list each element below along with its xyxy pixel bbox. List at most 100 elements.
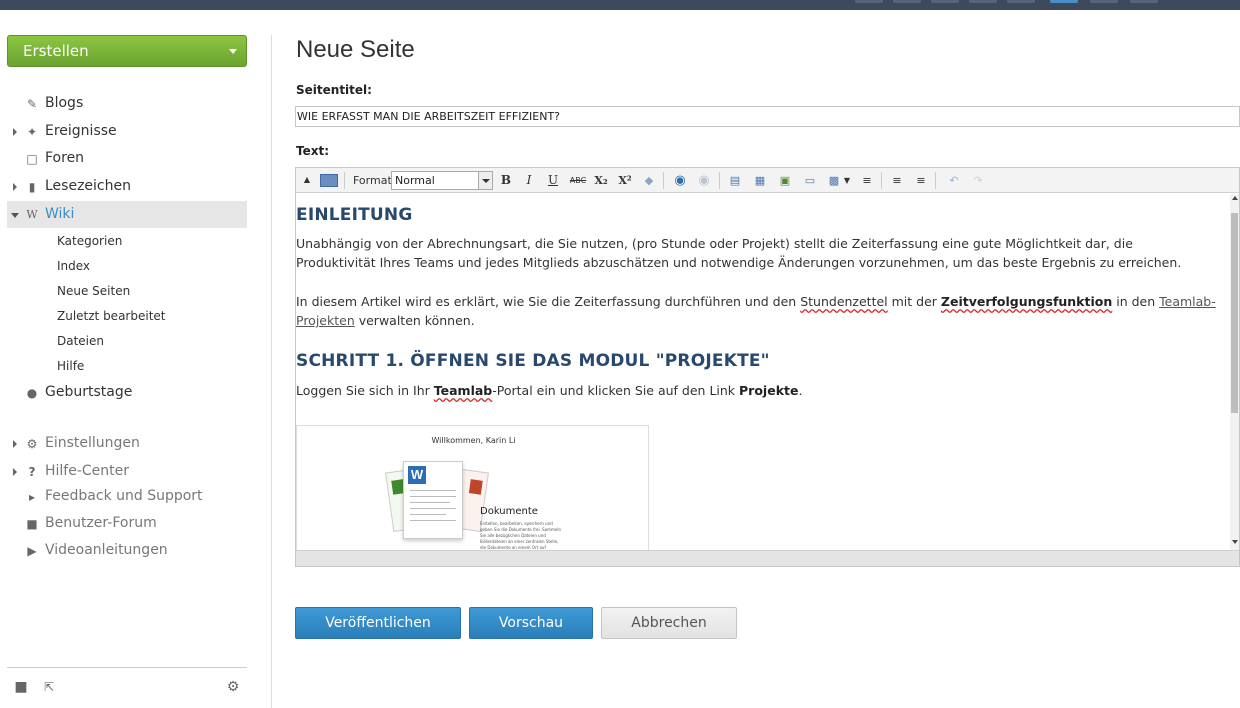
document-icon[interactable]: ▭ [802, 172, 818, 189]
sidebar-item-label: Geburtstage [45, 384, 133, 400]
scroll-up-icon[interactable] [1232, 196, 1238, 200]
italic-icon[interactable]: I [521, 172, 537, 189]
text-span: Zeitverfolgungsfunktion [940, 294, 1113, 309]
wiki-sub-hilfe[interactable]: Hilfe [57, 356, 84, 376]
undo-icon[interactable]: ↶ [946, 172, 962, 189]
wiki-sub-index[interactable]: Index [57, 256, 90, 276]
sidebar-item-foren[interactable]: □ Foren [7, 145, 247, 172]
header-icon[interactable] [893, 0, 921, 3]
toolbar-divider [344, 172, 345, 189]
chevron-right-icon[interactable] [13, 468, 17, 476]
editor-toolbar: ▲ Format Normal B I U ABC X₂ X² ◆ ◉ ◉ ▤ … [296, 168, 1239, 193]
heading-einleitung: EINLEITUNG [296, 205, 413, 225]
wiki-sub-neue-seiten[interactable]: Neue Seiten [57, 281, 130, 301]
numbered-list-icon[interactable]: ≡ [889, 172, 905, 189]
sidebar-item-blogs[interactable]: ✎ Blogs [7, 90, 247, 117]
bulleted-list-icon[interactable]: ≡ [913, 172, 929, 189]
rich-text-editor[interactable]: ▲ Format Normal B I U ABC X₂ X² ◆ ◉ ◉ ▤ … [295, 167, 1240, 567]
toolbar-divider [663, 172, 664, 189]
create-button-label: Erstellen [23, 42, 89, 60]
screenshot-welcome: Willkommen, Karin Li [431, 436, 516, 445]
eraser-icon[interactable]: ◆ [641, 172, 657, 189]
preview-button[interactable]: Vorschau [469, 607, 593, 639]
toolbar-divider [719, 172, 720, 189]
paragraph-login: Loggen Sie sich in Ihr Teamlab-Portal ei… [296, 381, 1216, 400]
question-icon: ? [28, 465, 36, 479]
top-header-bar [0, 0, 1240, 10]
sidebar-item-label: Feedback und Support [45, 488, 203, 504]
publish-button[interactable]: Veröffentlichen [295, 607, 461, 639]
sidebar-item-label: Videoanleitungen [45, 542, 168, 558]
sidebar-item-label: Lesezeichen [45, 178, 131, 194]
collapse-toolbar-icon[interactable]: ▲ [299, 171, 315, 188]
header-icon[interactable] [1050, 0, 1078, 3]
underline-icon[interactable]: U [545, 172, 561, 189]
pin-icon: ✦ [26, 125, 38, 139]
chevron-down-icon[interactable]: ▼ [843, 172, 851, 189]
sidebar-item-benutzer-forum[interactable]: ■ Benutzer-Forum [7, 510, 247, 537]
sidebar-item-einstellungen[interactable]: ⚙ Einstellungen [7, 430, 247, 457]
gear-icon: ⚙ [26, 437, 38, 451]
sidebar-item-label: Wiki [45, 206, 75, 222]
sidebar-divider [7, 667, 247, 668]
chevron-right-icon[interactable] [13, 183, 17, 191]
editor-resize-bar[interactable] [296, 550, 1239, 566]
chevron-right-icon[interactable] [13, 128, 17, 136]
superscript-icon[interactable]: X² [617, 172, 633, 189]
toolbar-divider [935, 172, 936, 189]
sidebar-item-lesezeichen[interactable]: ▮ Lesezeichen [7, 173, 247, 200]
link-icon[interactable]: ◉ [672, 172, 688, 189]
toolbar-divider [881, 172, 882, 189]
text-span: In diesem Artikel wird es erklärt, wie S… [296, 294, 801, 309]
sidebar-item-ereignisse[interactable]: ✦ Ereignisse [7, 118, 247, 145]
template-icon[interactable]: ▩ [826, 172, 842, 189]
header-icon[interactable] [931, 0, 959, 3]
wiki-sub-zuletzt-bearbeitet[interactable]: Zuletzt bearbeitet [57, 306, 165, 326]
sidebar-item-wiki[interactable]: W Wiki [7, 201, 247, 228]
sidebar-item-videoanleitungen[interactable]: ▶ Videoanleitungen [7, 537, 247, 564]
subscript-icon[interactable]: X₂ [593, 172, 609, 189]
cancel-button[interactable]: Abbrechen [601, 607, 737, 639]
image-icon[interactable]: ▣ [777, 172, 793, 189]
strikethrough-icon[interactable]: ABC [566, 172, 590, 189]
speech-bubble-icon: □ [26, 152, 38, 166]
chevron-down-icon[interactable] [11, 213, 19, 218]
people-icon: ● [26, 386, 38, 400]
header-icon[interactable] [1090, 0, 1118, 3]
chevron-down-icon[interactable] [229, 49, 237, 54]
page-title-input[interactable]: WIE ERFASST MAN DIE ARBEITSZEIT EFFIZIEN… [295, 106, 1240, 127]
chevron-down-icon[interactable] [478, 172, 492, 189]
chat-icon[interactable]: ■ [13, 679, 29, 695]
sidebar-item-feedback[interactable]: ▸ Feedback und Support [7, 483, 247, 510]
redo-icon[interactable]: ↷ [970, 172, 986, 189]
sidebar-item-label: Ereignisse [45, 123, 117, 139]
bold-icon[interactable]: B [498, 172, 514, 189]
wiki-sub-kategorien[interactable]: Kategorien [57, 231, 122, 251]
wiki-sub-dateien[interactable]: Dateien [57, 331, 104, 351]
book-icon[interactable]: ▤ [727, 172, 743, 189]
sidebar-item-hilfe-center[interactable]: ? Hilfe-Center [7, 458, 247, 485]
source-icon[interactable] [320, 174, 338, 187]
chevron-right-icon[interactable] [13, 440, 17, 448]
format-select-value: Normal [395, 174, 435, 187]
table-icon[interactable]: ▦ [752, 172, 768, 189]
scroll-down-icon[interactable] [1232, 540, 1238, 544]
header-icon[interactable] [969, 0, 997, 3]
expand-icon[interactable]: ⇱ [41, 679, 57, 695]
heading-schritt-1: SCHRITT 1. ÖFFNEN SIE DAS MODUL "PROJEKT… [296, 351, 770, 371]
page-title: Neue Seite [296, 36, 415, 63]
header-icon[interactable] [1130, 0, 1158, 3]
editor-content[interactable]: EINLEITUNG Unabhängig von der Abrechnung… [296, 194, 1230, 550]
unlink-icon[interactable]: ◉ [696, 172, 712, 189]
gear-icon[interactable]: ⚙ [225, 679, 241, 695]
sidebar-item-geburtstage[interactable]: ● Geburtstage [7, 379, 247, 406]
format-select[interactable]: Normal [391, 171, 493, 190]
align-center-icon[interactable]: ≡ [859, 172, 875, 189]
scrollbar-thumb[interactable] [1231, 213, 1238, 413]
text-span: mit der [887, 294, 941, 309]
header-icon[interactable] [855, 0, 883, 3]
create-button[interactable]: Erstellen [7, 35, 247, 67]
header-icon[interactable] [1007, 0, 1035, 3]
text-span: Loggen Sie sich in Ihr [296, 383, 434, 398]
embedded-screenshot[interactable]: Willkommen, Karin Li W Dokumente Erstell… [296, 425, 649, 550]
